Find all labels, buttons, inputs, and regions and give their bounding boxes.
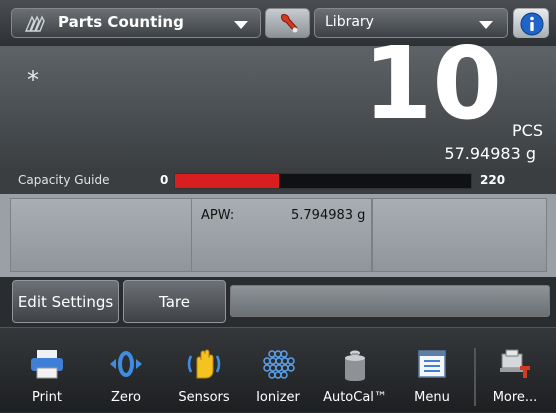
apw-value: 5.794983 g [291, 208, 366, 223]
autocal-label: AutoCal™ [323, 390, 387, 405]
chevron-down-icon [234, 21, 248, 29]
more-label: More... [492, 390, 538, 405]
mode-dropdown[interactable]: Parts Counting [11, 8, 261, 38]
menu-label: Menu [414, 390, 450, 405]
sensors-button[interactable]: Sensors [168, 328, 240, 413]
hand-sensor-icon [187, 349, 221, 379]
empty-action-slot [230, 285, 550, 317]
ionizer-button[interactable]: Ionizer [245, 328, 311, 413]
capacity-guide-label: Capacity Guide [18, 173, 110, 187]
zero-icon [110, 351, 142, 377]
wrench-icon [281, 14, 298, 33]
info-button[interactable] [513, 8, 549, 38]
bottom-toolbar: Print Zero Sensors Ionizer AutoCal™ Menu… [0, 327, 556, 412]
capacity-bar [174, 173, 472, 189]
info-field-3 [372, 198, 547, 272]
info-icon [520, 12, 544, 36]
sensors-label: Sensors [178, 390, 230, 405]
calibration-weight-icon [345, 350, 365, 381]
zero-label: Zero [111, 390, 141, 405]
secondary-weight: 57.94983 g [444, 144, 536, 163]
weight-display: * 10 PCS 57.94983 g [0, 34, 556, 168]
more-button[interactable]: More... [480, 328, 550, 413]
info-field-1 [10, 198, 192, 272]
printer-icon [31, 350, 63, 379]
action-bar: Edit Settings Tare [0, 277, 556, 327]
menu-icon [418, 350, 446, 378]
print-button[interactable]: Print [13, 328, 81, 413]
zero-button[interactable]: Zero [92, 328, 160, 413]
mode-label: Parts Counting [58, 13, 184, 31]
capacity-guide: Capacity Guide 0 220 [0, 168, 556, 194]
toolbar-divider [474, 348, 476, 406]
menu-button[interactable]: Menu [398, 328, 466, 413]
parts-counting-icon [22, 11, 46, 35]
settings-wrench-button[interactable] [265, 8, 310, 38]
apw-label: APW: [201, 208, 235, 223]
capacity-min: 0 [160, 173, 169, 187]
more-icon [500, 349, 530, 378]
capacity-max: 220 [480, 173, 506, 187]
capacity-bar-fill [175, 174, 279, 188]
main-count-value: 10 [362, 25, 502, 142]
print-label: Print [32, 390, 62, 405]
ionizer-label: Ionizer [256, 390, 300, 405]
main-unit: PCS [512, 121, 543, 140]
stability-indicator: * [27, 66, 39, 94]
ionizer-icon [263, 350, 295, 379]
info-panel: APW: 5.794983 g [0, 194, 556, 277]
info-field-apw: APW: 5.794983 g [192, 198, 372, 272]
autocal-button[interactable]: AutoCal™ [318, 328, 392, 413]
tare-button[interactable]: Tare [123, 280, 226, 323]
edit-settings-button[interactable]: Edit Settings [12, 280, 119, 323]
